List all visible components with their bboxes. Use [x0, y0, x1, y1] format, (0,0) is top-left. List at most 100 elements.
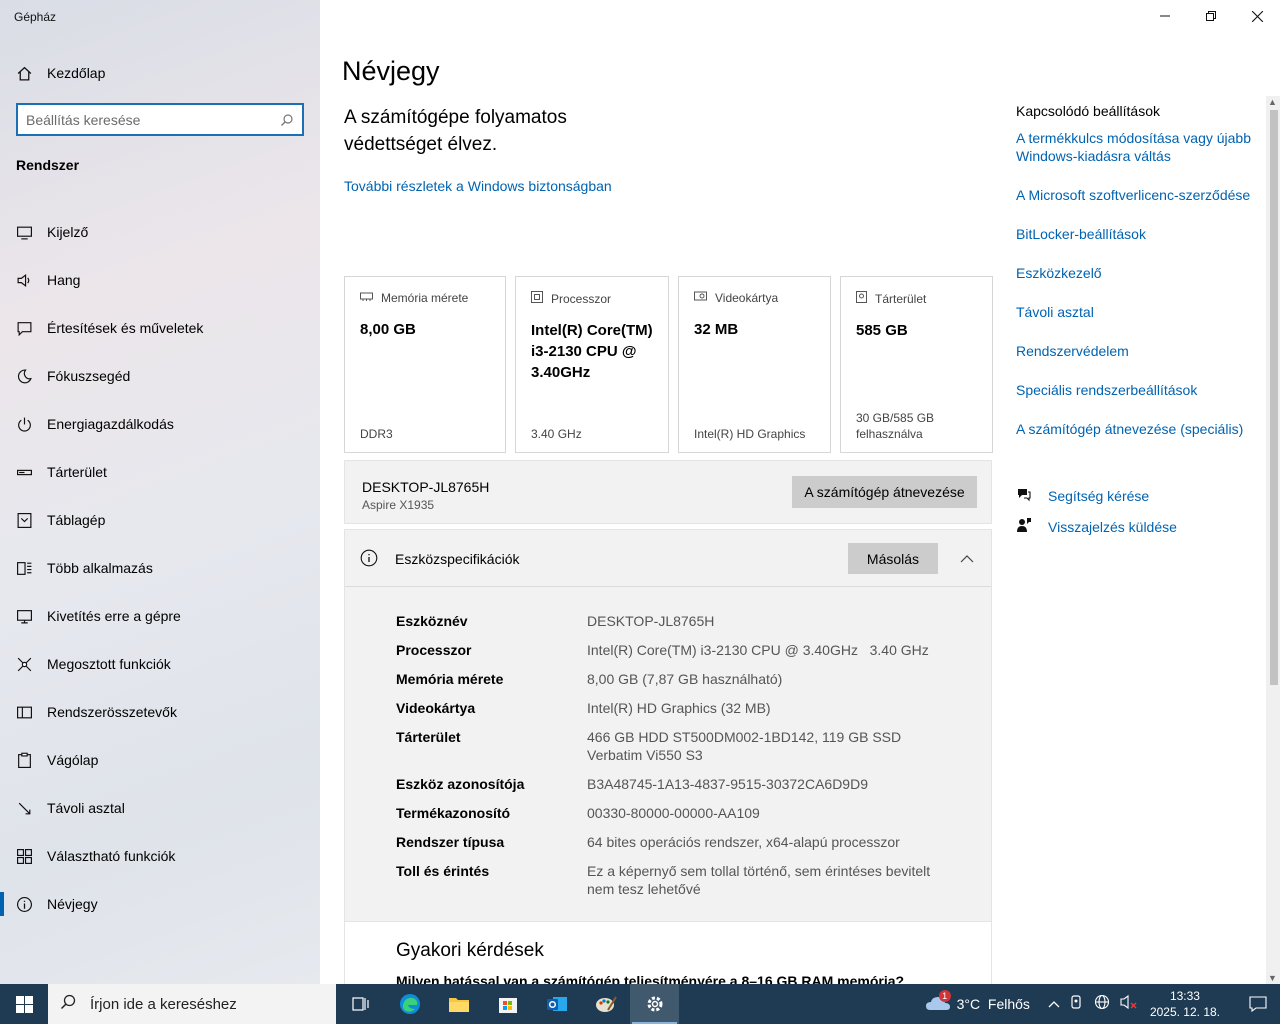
- sidebar-item-components[interactable]: Rendszerösszetevők: [0, 688, 320, 736]
- home-link[interactable]: Kezdőlap: [16, 62, 105, 84]
- related-link-device-manager[interactable]: Eszközkezelő: [1016, 264, 1256, 282]
- minimize-button[interactable]: [1142, 0, 1188, 32]
- sidebar-item-sound[interactable]: Hang: [0, 256, 320, 304]
- section-heading: Rendszer: [16, 157, 80, 173]
- rename-pc-button[interactable]: A számítógép átnevezése: [792, 476, 977, 508]
- sidebar-item-storage[interactable]: Tárterület: [0, 448, 320, 496]
- related-link-license[interactable]: A Microsoft szoftverlicenc-szerződése: [1016, 186, 1256, 204]
- memory-icon: [360, 291, 373, 305]
- sidebar-item-notifications[interactable]: Értesítések és műveletek: [0, 304, 320, 352]
- card-title: Tárterület: [875, 291, 927, 306]
- spec-key: Videokártya: [396, 700, 476, 716]
- file-explorer-button[interactable]: [434, 984, 483, 1024]
- restore-button[interactable]: [1188, 0, 1234, 32]
- related-link-remote-desktop[interactable]: Távoli asztal: [1016, 303, 1256, 321]
- sidebar-item-tablet[interactable]: Táblagép: [0, 496, 320, 544]
- copy-button[interactable]: Másolás: [848, 543, 938, 574]
- vertical-scrollbar[interactable]: ▲ ▼: [1266, 96, 1280, 984]
- related-link-bitlocker[interactable]: BitLocker-beállítások: [1016, 225, 1256, 243]
- edge-button[interactable]: [385, 984, 434, 1024]
- weather-widget[interactable]: 1 3°C Felhős: [925, 989, 1030, 1015]
- windows-logo-icon: [15, 995, 33, 1013]
- sidebar-item-label: Több alkalmazás: [47, 560, 153, 576]
- window-controls: [1142, 0, 1280, 32]
- store-icon: [498, 998, 517, 1013]
- sidebar-item-about[interactable]: Névjegy: [0, 880, 320, 928]
- paint-button[interactable]: [581, 984, 630, 1024]
- device-bar: DESKTOP-JL8765H Aspire X1935 A számítógé…: [344, 460, 992, 524]
- sidebar-item-label: Vágólap: [47, 752, 99, 768]
- sidebar-item-shared[interactable]: Megosztott funkciók: [0, 640, 320, 688]
- spec-row: Eszköz azonosítója B3A48745-1A13-4837-951…: [396, 775, 956, 793]
- protection-status: A számítógépe folyamatos védettséget élv…: [344, 107, 567, 155]
- disk-icon: [856, 291, 867, 306]
- info-icon: [16, 896, 33, 913]
- scroll-up-icon[interactable]: ▲: [1268, 97, 1277, 107]
- related-link-advanced-settings[interactable]: Speciális rendszerbeállítások: [1016, 381, 1256, 399]
- network-globe-icon[interactable]: [1094, 994, 1110, 1015]
- feedback-link[interactable]: Visszajelzés küldése: [1016, 517, 1177, 538]
- chevron-up-icon[interactable]: [1048, 995, 1060, 1013]
- task-view-button[interactable]: [336, 984, 385, 1024]
- app-title: Gépház: [14, 10, 57, 24]
- related-link-product-key[interactable]: A termékkulcs módosítása vagy újabb Wind…: [1016, 129, 1256, 165]
- security-details-link[interactable]: További részletek a Windows biztonságban: [344, 178, 612, 194]
- sidebar-item-multitasking[interactable]: Több alkalmazás: [0, 544, 320, 592]
- faq-question[interactable]: Milyen hatással van a számítógép teljesí…: [396, 973, 941, 984]
- scroll-down-icon[interactable]: ▼: [1268, 973, 1277, 983]
- action-center-icon: [1249, 996, 1267, 1012]
- device-model: Aspire X1935: [362, 498, 435, 512]
- sidebar-item-optional[interactable]: Választható funkciók: [0, 832, 320, 880]
- sidebar-item-power[interactable]: Energiagazdálkodás: [0, 400, 320, 448]
- meet-now-icon[interactable]: [1070, 994, 1084, 1014]
- feedback-icon: [1016, 517, 1032, 538]
- spec-value: 8,00 GB (7,87 GB használható): [587, 671, 783, 687]
- sidebar-item-focus[interactable]: Fókuszsegéd: [0, 352, 320, 400]
- spec-value: 466 GB HDD ST500DM002-1BD142, 119 GB SSD…: [587, 729, 902, 763]
- related-link-rename-advanced[interactable]: A számítógép átnevezése (speciális): [1016, 420, 1256, 438]
- clock[interactable]: 13:33 2025. 12. 18.: [1150, 988, 1220, 1020]
- clock-date: 2025. 12. 18.: [1149, 1005, 1220, 1019]
- sidebar-item-projecting[interactable]: Kivetítés erre a gépre: [0, 592, 320, 640]
- sidebar-item-clipboard[interactable]: Vágólap: [0, 736, 320, 784]
- settings-button[interactable]: [630, 984, 679, 1024]
- notification-icon: [16, 320, 33, 337]
- specs-header[interactable]: Eszközspecifikációk Másolás: [345, 530, 991, 587]
- sidebar-item-display[interactable]: Kijelző: [0, 208, 320, 256]
- weather-badge: 1: [938, 989, 951, 1002]
- main-content: Névjegy A számítógépe folyamatos védetts…: [320, 0, 1280, 984]
- card-subtitle: DDR3: [360, 427, 393, 441]
- chevron-up-icon[interactable]: [960, 550, 974, 568]
- task-view-icon: [351, 997, 369, 1011]
- sidebar-item-remote[interactable]: Távoli asztal: [0, 784, 320, 832]
- scrollbar-thumb[interactable]: [1270, 110, 1278, 685]
- settings-search[interactable]: [16, 103, 304, 136]
- taskbar: Írjon ide a kereséshez 1 3°C Felhős 13:3…: [0, 984, 1280, 1024]
- page-title: Névjegy: [342, 56, 440, 86]
- card-value: Intel(R) Core(TM) i3-2130 CPU @ 3.40GHz: [531, 322, 653, 381]
- system-tray: 1 3°C Felhős 13:33 2025. 12. 18.: [925, 984, 1280, 1024]
- sidebar-nav: Kijelző Hang Értesítések és műveletek Fó…: [0, 208, 320, 928]
- restore-icon: [1206, 11, 1216, 21]
- get-help-link[interactable]: Segítség kérése: [1016, 487, 1177, 505]
- notification-center-button[interactable]: [1236, 984, 1280, 1024]
- close-button[interactable]: [1234, 0, 1280, 32]
- sidebar-item-label: Rendszerösszetevők: [47, 704, 177, 720]
- related-link-system-protection[interactable]: Rendszervédelem: [1016, 342, 1256, 360]
- outlook-button[interactable]: [532, 984, 581, 1024]
- specs-title: Eszközspecifikációk: [395, 551, 520, 567]
- get-help-label: Segítség kérése: [1048, 488, 1150, 504]
- start-button[interactable]: [0, 984, 48, 1024]
- spec-key: Memória mérete: [396, 671, 504, 687]
- sidebar-item-label: Tárterület: [47, 464, 107, 480]
- taskbar-search[interactable]: Írjon ide a kereséshez: [48, 984, 336, 1024]
- sidebar-item-label: Választható funkciók: [47, 848, 176, 864]
- spec-value: 64 bites operációs rendszer, x64-alapú p…: [587, 834, 900, 850]
- spec-value: DESKTOP-JL8765H: [587, 613, 715, 629]
- sidebar: Gépház Kezdőlap Rendszer Kijelző Hang: [0, 0, 320, 984]
- volume-muted-icon[interactable]: [1120, 994, 1138, 1015]
- settings-search-input[interactable]: [26, 111, 280, 128]
- cloud-icon: 1: [925, 989, 951, 1015]
- sidebar-item-label: Távoli asztal: [47, 800, 125, 816]
- store-button[interactable]: [483, 984, 532, 1024]
